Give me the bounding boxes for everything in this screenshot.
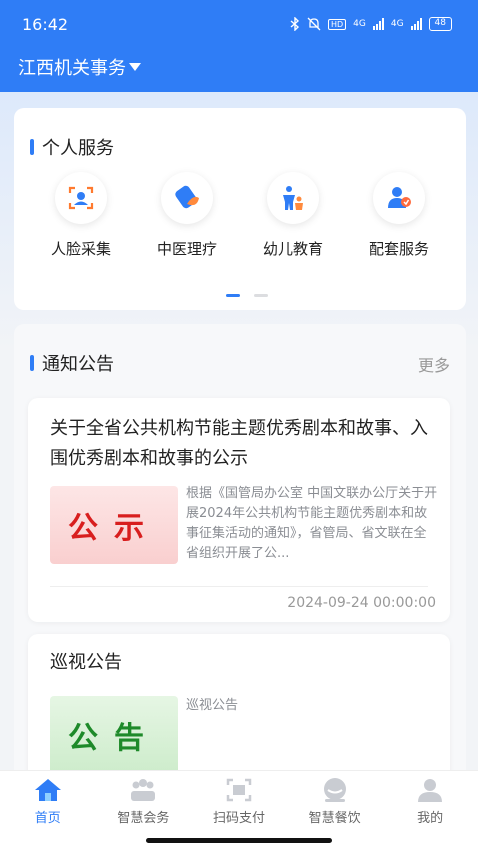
org-selector[interactable]: 江西机关事务 <box>18 54 142 80</box>
thumbnail-text: 公示 <box>68 511 160 546</box>
scan-icon <box>226 778 252 802</box>
heading-accent-bar <box>30 139 34 155</box>
service-support[interactable]: 配套服务 <box>349 172 449 259</box>
tab-meeting[interactable]: 智慧会务 <box>98 777 188 826</box>
org-name: 江西机关事务 <box>18 58 126 79</box>
pager-dot[interactable] <box>254 294 268 297</box>
child-icon <box>267 172 319 224</box>
services-title: 个人服务 <box>42 138 114 159</box>
dropdown-triangle-icon <box>129 63 141 71</box>
notice-thumbnail: 公示 <box>50 486 178 564</box>
tab-dining[interactable]: 智慧餐饮 <box>290 777 380 826</box>
tab-label: 智慧餐饮 <box>308 811 361 826</box>
mute-bell-icon <box>307 17 321 31</box>
tab-label: 扫码支付 <box>212 811 265 826</box>
service-label: 中医理疗 <box>156 240 217 258</box>
status-icons: HD 4G 4G 48 <box>290 17 452 31</box>
network-label-2: 4G <box>390 19 404 29</box>
signal-icon-2 <box>410 18 422 30</box>
app-header: 16:42 HD 4G 4G 48 江西机关事务 <box>0 0 478 92</box>
notices-title: 通知公告 <box>42 354 114 375</box>
tab-home[interactable]: 首页 <box>3 777 93 826</box>
thumbnail-text: 公告 <box>68 721 160 756</box>
status-time: 16:42 <box>22 14 69 34</box>
service-child-education[interactable]: 幼儿教育 <box>243 172 343 259</box>
tab-label: 首页 <box>34 811 61 826</box>
status-bar: 16:42 HD 4G 4G 48 <box>0 0 478 48</box>
service-label: 幼儿教育 <box>262 240 323 258</box>
tab-label: 我的 <box>417 811 444 826</box>
signal-icon <box>372 18 384 30</box>
notices-heading: 通知公告 <box>30 350 114 376</box>
more-link[interactable]: 更多 <box>418 352 450 376</box>
hd-badge: HD <box>327 18 347 30</box>
notice-card[interactable]: 关于全省公共机构节能主题优秀剧本和故事、入围优秀剧本和故事的公示 公示 根据《国… <box>28 398 450 622</box>
notice-excerpt: 巡视公告 <box>186 698 239 713</box>
service-label: 配套服务 <box>368 240 429 258</box>
service-face-capture[interactable]: 人脸采集 <box>31 172 131 259</box>
tab-label: 智慧会务 <box>117 811 170 826</box>
notice-date: 2024-09-24 00:00:00 <box>287 595 436 611</box>
dining-icon <box>323 778 346 802</box>
notices-panel: 通知公告 更多 关于全省公共机构节能主题优秀剧本和故事、入围优秀剧本和故事的公示… <box>14 324 466 794</box>
personal-services-card: 个人服务 人脸采集 中医理疗 幼儿教育 配套服务 <box>14 108 466 310</box>
card-divider <box>50 586 428 587</box>
medicine-icon <box>161 172 213 224</box>
meeting-icon <box>131 779 156 801</box>
face-scan-icon <box>55 172 107 224</box>
service-label: 人脸采集 <box>50 240 111 258</box>
services-heading: 个人服务 <box>30 134 114 160</box>
notice-title: 关于全省公共机构节能主题优秀剧本和故事、入围优秀剧本和故事的公示 <box>50 418 428 469</box>
services-grid: 人脸采集 中医理疗 幼儿教育 配套服务 <box>14 172 466 259</box>
notice-excerpt: 根据《国管局办公室 中国文联办公厅关于开展2024年公共机构节能主题优秀剧本和故… <box>186 486 438 561</box>
pager-dots <box>226 294 268 297</box>
tab-scan-pay[interactable]: 扫码支付 <box>194 777 284 826</box>
notice-title: 巡视公告 <box>50 652 122 673</box>
pager-dot-active[interactable] <box>226 294 240 297</box>
bluetooth-icon <box>290 17 299 31</box>
network-label-1: 4G <box>353 19 366 29</box>
user-service-icon <box>373 172 425 224</box>
tab-profile[interactable]: 我的 <box>385 777 475 826</box>
home-icon <box>34 779 61 801</box>
profile-icon <box>418 779 443 802</box>
heading-accent-bar <box>30 355 34 371</box>
service-tcm-therapy[interactable]: 中医理疗 <box>137 172 237 259</box>
battery-icon: 48 <box>428 17 452 31</box>
home-indicator <box>146 838 332 843</box>
notice-thumbnail: 公告 <box>50 696 178 774</box>
